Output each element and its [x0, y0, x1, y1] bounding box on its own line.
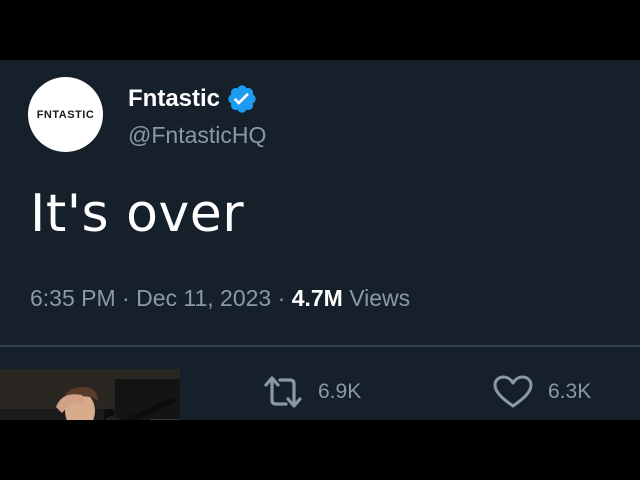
tweet-date[interactable]: Dec 11, 2023	[136, 285, 271, 311]
tweet-card: FNTASTIC Fntastic @FntasticHQ It's over …	[0, 60, 640, 420]
retweet-count: 6.9K	[318, 380, 362, 403]
heart-icon	[492, 374, 534, 410]
like-button[interactable]: 6.3K	[492, 372, 591, 412]
views-label: Views	[349, 285, 411, 311]
like-count: 6.3K	[548, 380, 592, 403]
separator-dot: ·	[277, 285, 286, 311]
tweet-metadata: 6:35 PM · Dec 11, 2023 · 4.7M Views	[30, 282, 410, 314]
streamer-webcam-overlay	[0, 369, 180, 420]
video-frame: FNTASTIC Fntastic @FntasticHQ It's over …	[0, 0, 640, 480]
views-count[interactable]: 4.7M	[292, 285, 343, 311]
avatar[interactable]: FNTASTIC	[28, 77, 103, 152]
display-name[interactable]: Fntastic	[128, 82, 220, 116]
tweet-time[interactable]: 6:35 PM	[30, 285, 116, 311]
user-handle[interactable]: @FntasticHQ	[128, 120, 266, 150]
retweet-button[interactable]: 6.9K	[262, 372, 361, 412]
separator-dot: ·	[122, 285, 130, 311]
verified-badge-icon	[226, 83, 258, 115]
avatar-logo-text: FNTASTIC	[36, 108, 95, 121]
display-name-row: Fntastic	[128, 82, 258, 116]
divider	[0, 345, 640, 347]
tweet-text: It's over	[30, 184, 245, 244]
retweet-icon	[262, 374, 304, 410]
